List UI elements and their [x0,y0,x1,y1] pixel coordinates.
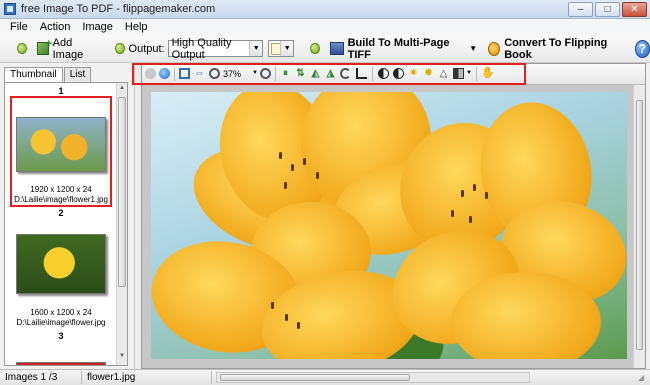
output-bullet-icon [114,43,125,54]
thumbnail-number: 2 [58,208,64,218]
thumbnail-dims: 1600 x 1200 x 24 [30,308,92,317]
toolbar-bullet-icon [17,43,27,54]
thumbnail-panel: Thumbnail List 1 1920 x 1200 x 24 D:\Lai… [0,63,133,369]
menu-file[interactable]: File [4,21,34,33]
menu-action[interactable]: Action [34,21,77,33]
add-image-icon [36,38,52,55]
close-button[interactable]: ✕ [622,2,647,17]
build-bullet-icon [310,43,320,54]
stamen-shape [316,172,319,179]
window-controls: – □ ✕ [568,2,647,17]
tab-list[interactable]: List [63,67,92,82]
panel-tabs: Thumbnail List [4,67,92,83]
build-tiff-label: Build To Multi-Page TIFF [347,36,450,61]
stamen-shape [485,192,488,199]
stamen-shape [291,164,294,171]
toolbar-highlight [132,63,526,85]
stamen-shape [284,182,287,189]
stamen-shape [285,314,288,321]
thumbnail-scrollbar[interactable]: ▲ ▼ [116,83,127,365]
flipping-book-icon [488,41,501,56]
stamen-shape [451,210,454,217]
thumbnail-number: 3 [58,331,64,341]
stamen-shape [279,152,282,159]
status-filename: flower1.jpg [82,371,212,384]
add-image-button[interactable]: Add Image [36,36,97,61]
scrollbar-thumb[interactable] [220,374,410,381]
stamen-shape [473,184,476,191]
minimize-button[interactable]: – [568,2,593,17]
title-bar: free Image To PDF - flippagemaker.com – … [0,0,650,19]
help-icon[interactable]: ? [634,39,650,58]
menu-bar: File Action Image Help [0,19,650,35]
menu-image[interactable]: Image [76,21,119,33]
thumbnail-image[interactable] [16,117,106,172]
stamen-shape [303,158,306,165]
chevron-down-icon: ▼ [249,41,263,56]
preview-image [151,92,627,359]
scrollbar-thumb[interactable] [636,100,643,350]
thumbnail-image[interactable] [16,234,106,294]
thumbnail-dims: 1920 x 1200 x 24 [30,185,92,194]
output-select[interactable]: High Quality Output ▼ [167,37,264,61]
status-bar: Images 1 /3 flower1.jpg ◢ [0,369,650,385]
panel-splitter[interactable] [134,63,141,369]
tiff-icon [329,42,344,55]
background-color-picker[interactable]: ▼ [268,40,295,57]
menu-help[interactable]: Help [119,21,154,33]
convert-flipping-label: Convert To Flipping Book [504,36,608,61]
add-image-label: Add Image [52,36,84,61]
stamen-shape [271,302,274,309]
build-dropdown-arrow-icon[interactable]: ▼ [469,44,477,53]
thumbnail-image[interactable] [16,362,106,365]
output-label: Output: [128,42,165,55]
status-images: Images 1 /3 [0,371,82,384]
resize-grip-icon[interactable]: ◢ [638,373,648,383]
image-canvas[interactable] [142,85,645,368]
maximize-button[interactable]: □ [595,2,620,17]
horizontal-scrollbar[interactable] [216,372,530,383]
app-icon [4,3,16,15]
viewer-vertical-scrollbar[interactable] [633,85,645,368]
scroll-down-icon[interactable]: ▼ [118,353,126,363]
tab-thumbnail[interactable]: Thumbnail [4,67,63,83]
thumbnail-list: 1 1920 x 1200 x 24 D:\Lailie\image\flowe… [4,82,128,366]
image-viewer: ⇔ 37% ▼ ⏸ ⇅ ◭ ◮ ✷ ✸ △ ▼ ✋ [141,63,646,369]
stamen-shape [469,216,472,223]
scrollbar-thumb[interactable] [118,97,126,287]
stamen-shape [461,190,464,197]
stamen-shape [297,322,300,329]
build-tiff-button[interactable]: Build To Multi-Page TIFF [329,36,455,61]
thumbnail-path: D:\Lailie\image\flower1.jpg [14,195,108,204]
scroll-up-icon[interactable]: ▲ [118,85,126,95]
chevron-down-icon: ▼ [280,41,294,56]
convert-flipping-book-button[interactable]: Convert To Flipping Book [488,37,616,61]
window-title: free Image To PDF - flippagemaker.com [21,3,216,15]
thumbnail-path: D:\Lailie\image\flower.jpg [16,318,106,327]
thumbnail-number: 1 [58,86,64,96]
main-toolbar: Add Image Output: High Quality Output ▼ … [0,35,650,63]
